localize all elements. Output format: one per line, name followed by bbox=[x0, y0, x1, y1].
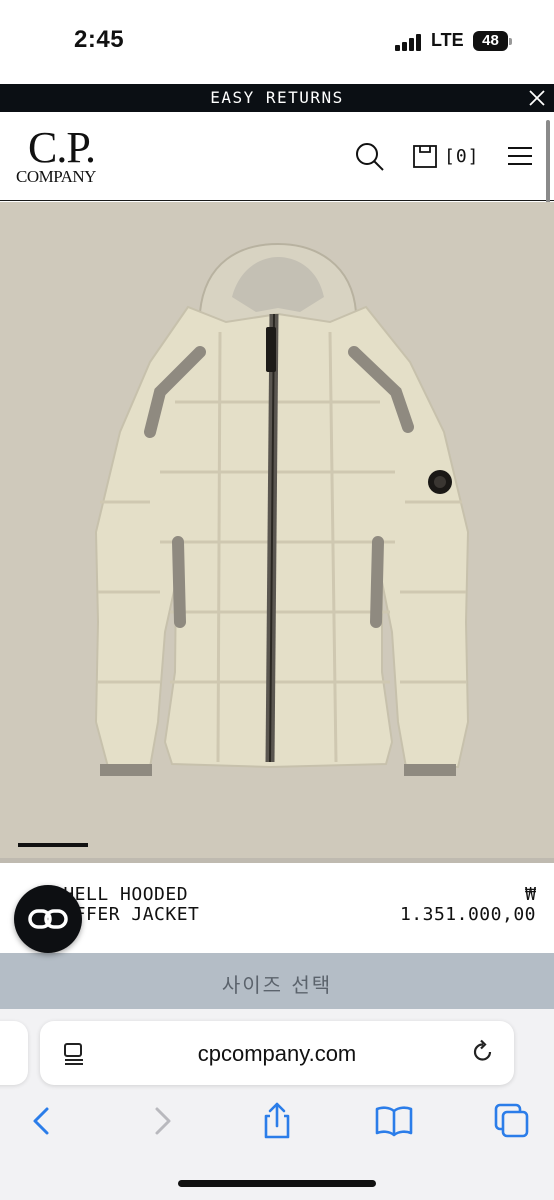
brand-logo[interactable]: C.P. COMPANY bbox=[16, 123, 112, 188]
back-icon[interactable] bbox=[22, 1101, 62, 1141]
share-icon[interactable] bbox=[257, 1101, 297, 1141]
carousel-progress[interactable] bbox=[18, 843, 88, 847]
status-bar: 2:45 LTE 48 bbox=[0, 0, 554, 84]
browser-toolbar: cpcompany.com bbox=[0, 1009, 554, 1200]
logo-top: C.P. bbox=[28, 123, 96, 172]
forward-icon[interactable] bbox=[142, 1101, 182, 1141]
reload-icon[interactable] bbox=[470, 1039, 496, 1065]
logo-bottom: COMPANY bbox=[16, 167, 96, 186]
close-icon[interactable] bbox=[528, 89, 546, 107]
network-label: LTE bbox=[431, 30, 464, 50]
search-icon[interactable] bbox=[355, 142, 385, 172]
tabs-icon[interactable] bbox=[492, 1101, 532, 1141]
status-time: 2:45 bbox=[74, 26, 125, 53]
lens-icon bbox=[28, 909, 68, 929]
product-image[interactable] bbox=[0, 202, 554, 862]
url-text: cpcompany.com bbox=[197, 1041, 357, 1066]
battery-tip bbox=[509, 38, 512, 45]
size-select-label: 사이즈 선택 bbox=[221, 973, 333, 997]
cart-button[interactable]: [0] bbox=[412, 143, 484, 171]
bag-icon bbox=[413, 145, 437, 168]
cart-count: [0] bbox=[444, 146, 480, 167]
scroll-indicator[interactable] bbox=[546, 120, 550, 210]
menu-icon[interactable] bbox=[508, 145, 532, 167]
google-lens-button[interactable] bbox=[14, 885, 82, 953]
announcement-bar: EASY RETURNS bbox=[0, 84, 554, 112]
size-select-button[interactable]: 사이즈 선택 bbox=[0, 953, 554, 1009]
price-currency: ₩ bbox=[525, 884, 536, 905]
battery-icon: 48 bbox=[473, 31, 508, 51]
puffer-jacket-image bbox=[0, 202, 554, 862]
product-price: 1.351.000,00 bbox=[399, 904, 536, 925]
home-indicator[interactable] bbox=[178, 1180, 376, 1187]
signal-icon bbox=[395, 33, 421, 51]
bookmarks-icon[interactable] bbox=[374, 1101, 414, 1141]
product-info: SHELL HOODED PUFFER JACKET ₩ 1.351.000,0… bbox=[0, 863, 554, 953]
address-bar[interactable]: cpcompany.com bbox=[40, 1021, 514, 1085]
previous-tab-card[interactable] bbox=[0, 1021, 28, 1085]
site-header: C.P. COMPANY [0] bbox=[0, 112, 554, 201]
announcement-text: EASY RETURNS bbox=[210, 88, 344, 107]
